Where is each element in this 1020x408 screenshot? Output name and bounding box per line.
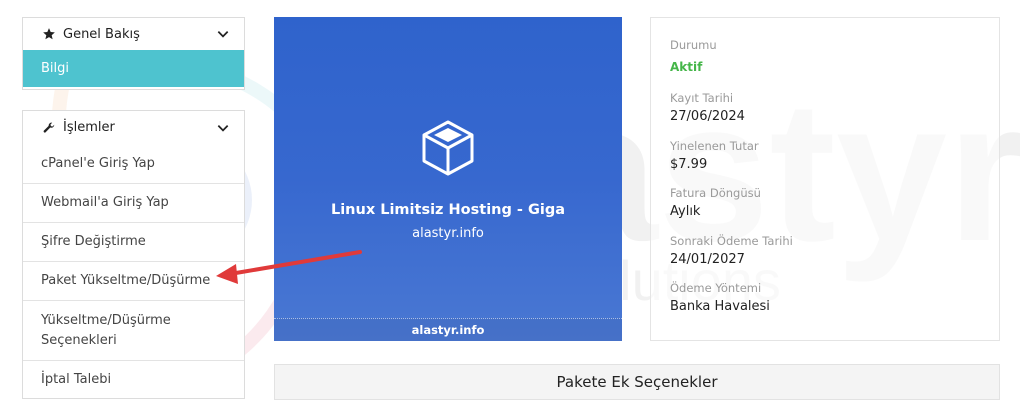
recurring-label: Yinelenen Tutar [670,139,759,153]
status-label: Durumu [670,38,717,52]
chevron-down-icon[interactable] [216,121,230,135]
details-panel: Durumu Aktif Kayıt Tarihi 27/06/2024 Yin… [650,17,1000,341]
chevron-down-icon[interactable] [216,27,230,41]
addons-header[interactable]: Pakete Ek Seçenekler [274,364,1000,400]
payment-label: Ödeme Yöntemi [670,281,762,295]
menu-cancel-request[interactable]: İptal Talebi [23,360,244,398]
annotation-arrow-icon [216,250,362,284]
payment-value: Banka Havalesi [670,299,770,314]
sidebar-item-info[interactable]: Bilgi [23,50,244,87]
cycle-label: Fatura Döngüsü [670,186,761,200]
recurring-value: $7.99 [670,157,708,172]
product-domain: alastyr.info [412,226,484,241]
registration-label: Kayıt Tarihi [670,91,734,105]
menu-webmail-login[interactable]: Webmail'a Giriş Yap [23,183,244,222]
overview-header[interactable]: Genel Bakış [23,18,244,50]
status-badge: Aktif [670,60,703,74]
status-row: Durumu Aktif [670,38,717,74]
cycle-value: Aylık [670,204,701,219]
registration-row: Kayıt Tarihi 27/06/2024 [670,91,745,124]
actions-title: İşlemler [63,120,115,135]
overview-title: Genel Bakış [63,26,140,42]
payment-row: Ödeme Yöntemi Banka Havalesi [670,281,770,314]
wrench-icon [41,120,56,135]
actions-header[interactable]: İşlemler [23,111,244,144]
next-due-value: 24/01/2027 [670,252,745,267]
next-due-label: Sonraki Ödeme Tarihi [670,234,793,248]
star-icon [41,27,56,42]
overview-panel: Genel Bakış Bilgi [22,17,245,90]
registration-value: 27/06/2024 [670,109,745,124]
next-due-row: Sonraki Ödeme Tarihi 24/01/2027 [670,234,793,267]
box-icon [422,120,474,176]
product-name: Linux Limitsiz Hosting - Giga [330,202,566,218]
menu-upgrade-options[interactable]: Yükseltme/Düşürme Seçenekleri [23,300,244,360]
cycle-row: Fatura Döngüsü Aylık [670,186,761,219]
product-footer-domain[interactable]: alastyr.info [274,318,622,341]
recurring-row: Yinelenen Tutar $7.99 [670,139,759,172]
menu-cpanel-login[interactable]: cPanel'e Giriş Yap [23,144,244,183]
